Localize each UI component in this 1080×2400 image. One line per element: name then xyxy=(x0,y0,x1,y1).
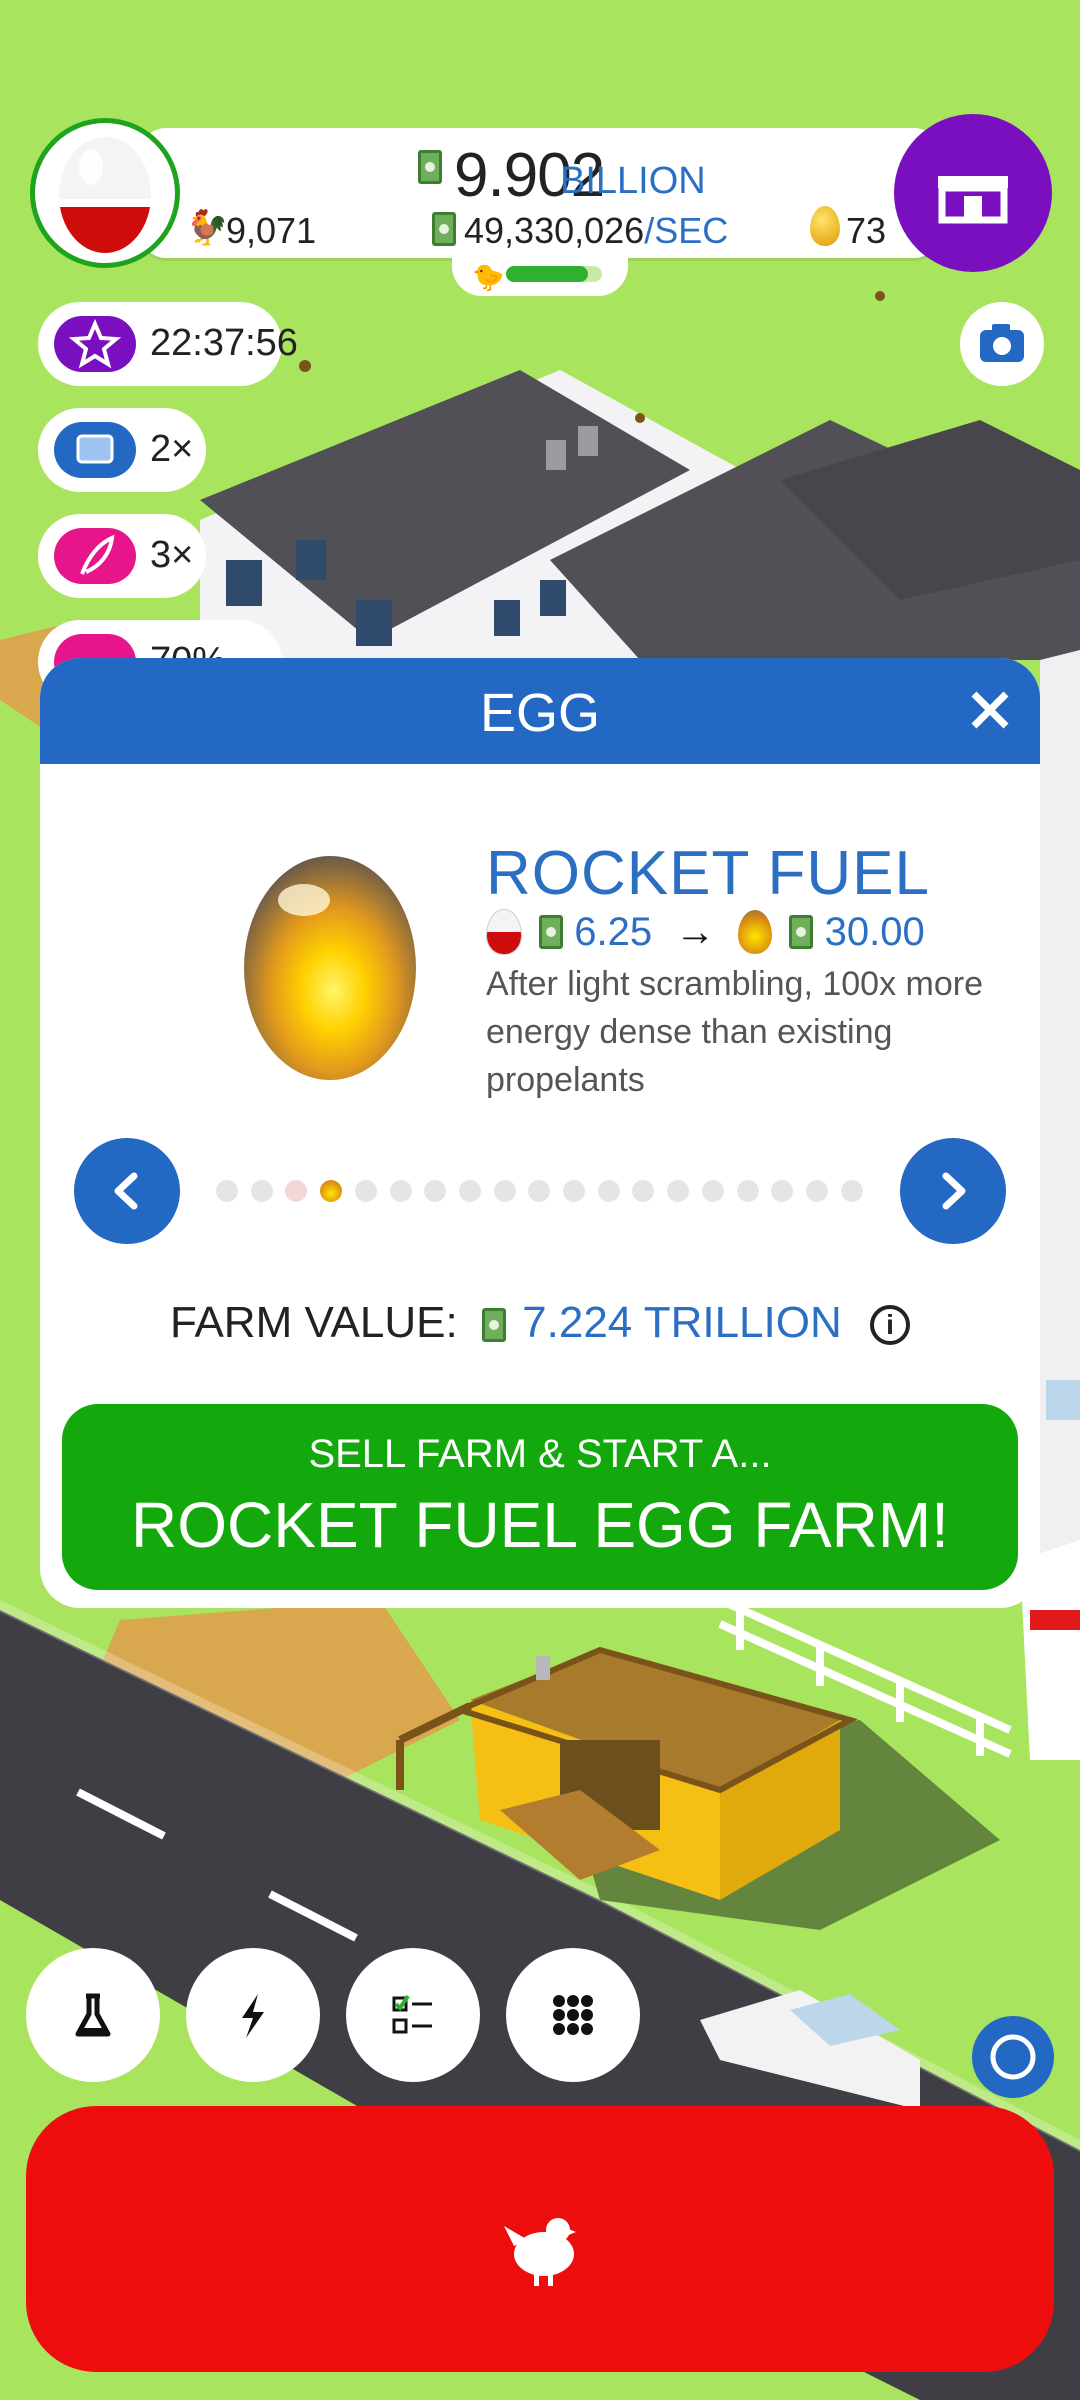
video-boost-pill[interactable]: 2× xyxy=(38,408,206,492)
flask-icon xyxy=(75,1993,111,2037)
egg-name: ROCKET FUEL xyxy=(486,839,930,908)
chevron-left-icon xyxy=(114,1172,138,1210)
page-dot[interactable] xyxy=(389,1180,412,1202)
chick-icon: 🐤 xyxy=(472,262,505,292)
next-egg-button[interactable] xyxy=(900,1138,1006,1244)
page-dot[interactable] xyxy=(597,1180,620,1202)
camera-button[interactable] xyxy=(960,302,1044,386)
cash-icon xyxy=(418,150,442,184)
rate-value: 49,330,026 xyxy=(464,210,645,251)
egg-value-change: 6.25 → 30.00 xyxy=(486,908,925,960)
egg-description: After light scrambling, 100x more energy… xyxy=(486,965,983,1099)
camera-icon xyxy=(980,324,1024,362)
golden-egg-count: 73 xyxy=(846,210,887,251)
sell-farm-subtitle: SELL FARM & START A... xyxy=(308,1432,772,1476)
to-price: 30.00 xyxy=(824,909,925,954)
close-button[interactable] xyxy=(960,680,1020,740)
close-icon xyxy=(971,691,1009,729)
egg-icon xyxy=(59,137,151,253)
page-dot[interactable] xyxy=(424,1180,447,1202)
rocket-fuel-egg-image xyxy=(244,856,416,1080)
ring-icon xyxy=(990,2034,1036,2080)
page-dot[interactable] xyxy=(250,1180,273,1202)
rate-unit: /SEC xyxy=(644,210,729,251)
checklist-icon xyxy=(392,1994,432,2034)
info-icon[interactable]: i xyxy=(870,1305,910,1346)
page-dot[interactable] xyxy=(216,1180,238,1202)
chevron-right-icon xyxy=(942,1172,966,1210)
tv-icon xyxy=(54,422,136,478)
farm-value: FARM VALUE: 7.224 TRILLION i xyxy=(40,1298,1040,1348)
current-egg-avatar[interactable] xyxy=(30,118,180,268)
cash-icon-small xyxy=(432,212,456,246)
arrow-icon: → xyxy=(675,909,716,954)
missions-button[interactable] xyxy=(346,1948,480,2082)
menu-button[interactable] xyxy=(506,1948,640,2082)
page-dot[interactable] xyxy=(771,1180,794,1202)
page-dot[interactable] xyxy=(493,1180,516,1202)
chicken-icon xyxy=(504,2218,576,2286)
hatch-chicken-button[interactable] xyxy=(26,2106,1054,2372)
farm-value-amount: 7.224 TRILLION xyxy=(522,1298,842,1347)
page-dot[interactable] xyxy=(701,1180,724,1202)
boost-timer: 22:37:56 xyxy=(150,322,298,364)
cash-icon xyxy=(481,1308,506,1343)
boosts-button[interactable] xyxy=(186,1948,320,2082)
feather-boost-multiplier: 3× xyxy=(150,534,194,576)
current-egg-icon xyxy=(486,909,522,956)
rocket-fuel-egg-icon xyxy=(738,910,773,955)
research-button[interactable] xyxy=(26,1948,160,2082)
page-dot-active[interactable] xyxy=(320,1180,343,1202)
golden-egg-icon xyxy=(810,206,840,246)
egg-upgrade-dialog: EGG ROCKET FUEL 6.25 → 30.00 After light… xyxy=(40,658,1040,1608)
cash-icon xyxy=(789,915,814,950)
page-dot[interactable] xyxy=(354,1180,377,1202)
dialog-header: EGG xyxy=(40,658,1040,764)
shop-button[interactable] xyxy=(894,114,1052,272)
page-dot[interactable] xyxy=(667,1180,690,1202)
egg-page-indicator xyxy=(216,1180,896,1204)
farm-value-label: FARM VALUE: xyxy=(170,1298,458,1347)
level-progress-bar xyxy=(506,266,602,282)
star-icon xyxy=(54,316,136,372)
cash-icon xyxy=(539,915,564,950)
lightning-icon xyxy=(242,1994,264,2038)
boost-timer-pill[interactable]: 22:37:56 xyxy=(38,302,298,386)
video-boost-multiplier: 2× xyxy=(150,428,194,470)
page-dot[interactable] xyxy=(840,1180,863,1202)
page-dot[interactable] xyxy=(805,1180,828,1202)
chicken-icon: 🐓 xyxy=(186,209,229,247)
earning-rate: 49,330,026/SEC xyxy=(464,210,728,252)
sell-farm-title: ROCKET FUEL EGG FARM! xyxy=(131,1489,949,1561)
chicken-count: 9,071 xyxy=(226,210,317,251)
page-dot[interactable] xyxy=(528,1180,551,1202)
grid-icon xyxy=(553,1995,593,2035)
page-dot[interactable] xyxy=(285,1180,308,1202)
previous-egg-button[interactable] xyxy=(74,1138,180,1244)
page-dot[interactable] xyxy=(632,1180,655,1202)
from-price: 6.25 xyxy=(574,909,653,954)
page-dot[interactable] xyxy=(736,1180,759,1202)
dialog-title: EGG xyxy=(479,683,601,743)
level-progress-fill xyxy=(506,266,588,282)
page-dot[interactable] xyxy=(563,1180,585,1202)
sell-farm-button[interactable]: SELL FARM & START A... ROCKET FUEL EGG F… xyxy=(62,1404,1018,1590)
feather-boost-pill[interactable]: 3× xyxy=(38,514,206,598)
drone-button[interactable] xyxy=(972,2016,1054,2098)
shop-icon xyxy=(938,176,1008,224)
page-dot[interactable] xyxy=(458,1180,481,1202)
feather-icon xyxy=(54,528,136,584)
money-unit: BILLION xyxy=(560,160,706,202)
